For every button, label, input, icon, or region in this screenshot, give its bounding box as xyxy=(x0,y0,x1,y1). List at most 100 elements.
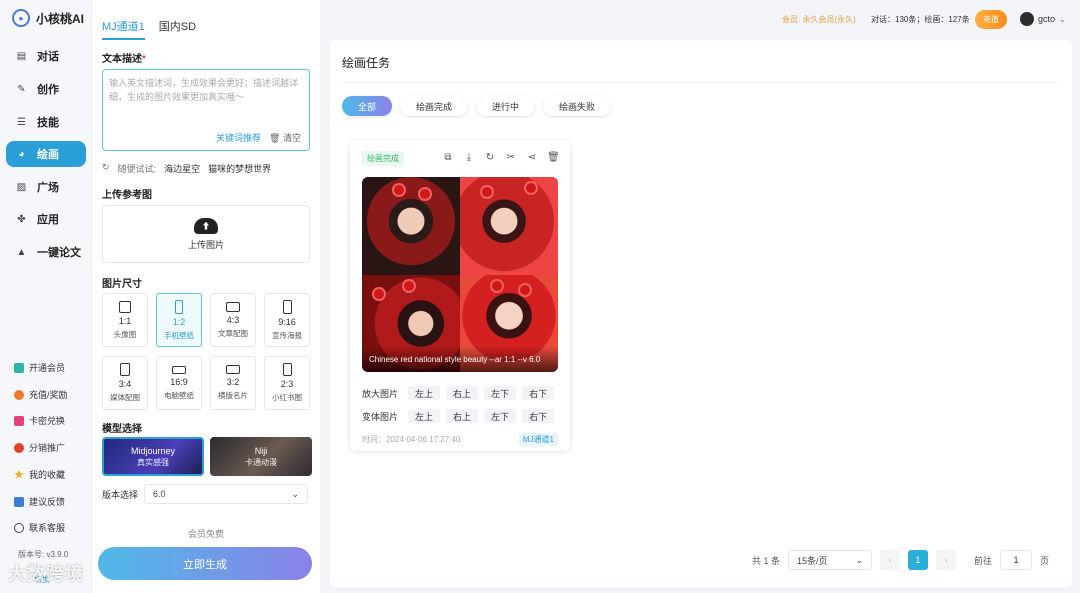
sidebar-item-label: 应用 xyxy=(37,214,59,226)
upscale-bottom-left[interactable]: 左下 xyxy=(484,386,517,400)
share-icon[interactable]: ⋖ xyxy=(526,152,538,164)
sidebar-item-create[interactable]: ✎ 创作 xyxy=(6,76,86,102)
app-logo[interactable]: ● 小核桃AI xyxy=(12,9,84,27)
download-icon[interactable]: ⤓ xyxy=(463,152,475,164)
variation-top-right[interactable]: 右上 xyxy=(446,409,479,423)
crown-icon xyxy=(14,362,24,373)
page-size-select[interactable]: 15条/页 ⌄ xyxy=(788,550,873,570)
prompt-textarea[interactable]: 输入英文描述词，生成效果会更好；描述词越详细，生成的图片效果更加真实哦～ 关键词… xyxy=(102,69,310,151)
size-caption: 宣传海报 xyxy=(272,330,302,340)
prompt-placeholder: 输入英文描述词，生成效果会更好；描述词越详细，生成的图片效果更加真实哦～ xyxy=(109,78,299,102)
delete-icon[interactable]: 🗑 xyxy=(547,152,560,164)
size-caption: 头像图 xyxy=(113,329,137,339)
upload-label: 上传参考图 xyxy=(102,190,152,201)
vip-status: 会员: 永久会员(永久) xyxy=(782,15,856,24)
feedback-icon xyxy=(14,496,24,507)
size-option[interactable]: 1:1 头像图 xyxy=(102,293,148,347)
apps-icon: ✤ xyxy=(17,213,26,225)
variation-bottom-right[interactable]: 右下 xyxy=(522,409,555,423)
app-name: 小核桃AI xyxy=(36,11,85,26)
size-caption: 横版名片 xyxy=(218,391,248,400)
refresh-icon[interactable]: ↻ xyxy=(102,162,110,175)
sidebar-feedback-link[interactable]: 建议反馈 xyxy=(14,495,65,508)
result-image[interactable]: Chinese red national style beauty --ar 1… xyxy=(362,177,558,372)
clear-button[interactable]: 🗑 清空 xyxy=(269,131,301,145)
size-label: 图片尺寸 xyxy=(102,279,142,290)
size-option[interactable]: 4:3 文章配图 xyxy=(210,293,256,347)
next-page-button[interactable]: › xyxy=(936,550,957,570)
keyword-recommend-button[interactable]: 关键词推荐 xyxy=(216,131,261,145)
model-niji[interactable]: Niji 卡通动漫 xyxy=(210,437,312,476)
card-icon xyxy=(14,415,24,426)
chevron-down-icon: ⌄ xyxy=(855,554,864,565)
clear-label: 清空 xyxy=(282,133,301,143)
filter-in-progress[interactable]: 进行中 xyxy=(476,96,536,116)
variation-top-left[interactable]: 左上 xyxy=(408,409,441,423)
sidebar-vip-link[interactable]: 开通会员 xyxy=(14,361,65,374)
drawing-form: MJ通道1 国内SD 文本描述* 输入英文描述词，生成效果会更好；描述词越详细，… xyxy=(92,0,320,593)
palette-icon: ◕ xyxy=(18,148,25,160)
sidebar-item-drawing[interactable]: ◕ 绘画 xyxy=(6,141,86,167)
sidebar-favorites-link[interactable]: 我的收藏 xyxy=(14,468,65,481)
model-name: Niji xyxy=(254,445,268,456)
sidebar-recharge-link[interactable]: 充值/奖励 xyxy=(14,388,68,401)
filter-tabs: 全部 绘画完成 进行中 绘画失败 xyxy=(342,96,612,116)
filter-completed[interactable]: 绘画完成 xyxy=(400,96,469,116)
version-select[interactable]: 6.0 ⌄ xyxy=(144,484,309,504)
sidebar-link-label: 充值/奖励 xyxy=(29,390,68,400)
size-option-selected[interactable]: 1:2 手机壁纸 xyxy=(156,293,202,347)
upload-dropzone[interactable]: 上传图片 xyxy=(102,205,310,263)
size-option[interactable]: 3:4 媒体配图 xyxy=(102,356,148,410)
graduation-cap-icon: ▲ xyxy=(16,246,27,258)
size-ratio: 4:3 xyxy=(226,314,240,325)
model-sub: 真实感强 xyxy=(137,457,169,467)
portrait-icon xyxy=(282,363,292,376)
size-option[interactable]: 3:2 横版名片 xyxy=(210,356,256,410)
sidebar-link-label: 建议反馈 xyxy=(29,497,66,507)
prev-page-button[interactable]: ‹ xyxy=(880,550,901,570)
landscape-icon xyxy=(226,301,240,312)
task-time: 时间：2024-04-06 17:27:40 xyxy=(362,435,461,444)
size-option[interactable]: 16:9 电脑壁纸 xyxy=(156,356,202,410)
sidebar-card-link[interactable]: 卡密兑换 xyxy=(14,414,65,427)
upscale-top-left[interactable]: 左上 xyxy=(408,386,441,400)
scissors-icon[interactable]: ✂ xyxy=(505,152,517,164)
size-caption: 手机壁纸 xyxy=(164,330,194,340)
size-ratio: 1:1 xyxy=(118,315,132,326)
sidebar-item-apps[interactable]: ✤ 应用 xyxy=(6,206,86,232)
copy-icon[interactable]: ⧉ xyxy=(442,152,454,164)
size-ratio: 3:4 xyxy=(118,379,132,389)
generate-button[interactable]: 立即生成 xyxy=(98,547,312,580)
try-item[interactable]: 猫咪的梦想世界 xyxy=(208,162,271,175)
cloud-upload-icon xyxy=(194,217,218,234)
sidebar-link-label: 开通会员 xyxy=(29,363,66,373)
size-option[interactable]: 2:3 小红书图 xyxy=(264,356,310,410)
try-item[interactable]: 海边星空 xyxy=(164,162,200,175)
upscale-bottom-right[interactable]: 右下 xyxy=(522,386,555,400)
list-icon: ☰ xyxy=(17,116,26,128)
sidebar-share-link[interactable]: 分销推广 xyxy=(14,441,65,454)
refresh-icon[interactable]: ↻ xyxy=(484,152,496,164)
chevron-down-icon: ⌄ xyxy=(1059,14,1066,24)
size-option[interactable]: 9:16 宣传海报 xyxy=(264,293,310,347)
variation-bottom-left[interactable]: 左下 xyxy=(484,409,517,423)
sidebar-item-paper[interactable]: ▲ 一键论文 xyxy=(6,239,86,265)
filter-all[interactable]: 全部 xyxy=(342,96,393,116)
sidebar-item-skills[interactable]: ☰ 技能 xyxy=(6,109,86,135)
page-number[interactable]: 1 xyxy=(908,550,929,570)
model-midjourney[interactable]: Midjourney 真实感强 xyxy=(102,437,204,476)
tab-domestic-sd[interactable]: 国内SD xyxy=(159,18,196,40)
upscale-row: 放大图片 左上 右上 左下 右下 xyxy=(362,386,555,400)
sidebar-item-square[interactable]: ▨ 广场 xyxy=(6,174,86,200)
sidebar-support-link[interactable]: 联系客服 xyxy=(14,521,65,534)
filter-failed[interactable]: 绘画失败 xyxy=(543,96,612,116)
sidebar-item-label: 广场 xyxy=(37,182,59,194)
sidebar-item-chat[interactable]: ▤ 对话 xyxy=(6,43,86,69)
chevron-down-icon: ⌄ xyxy=(291,488,300,499)
upscale-top-right[interactable]: 右上 xyxy=(446,386,479,400)
portrait-icon xyxy=(175,299,183,314)
goto-page-input[interactable]: 1 xyxy=(1000,550,1033,570)
recharge-button[interactable]: 充值 xyxy=(975,10,1007,29)
user-menu[interactable]: gcto ⌄ xyxy=(1020,12,1066,26)
tab-mj-channel[interactable]: MJ通道1 xyxy=(102,18,145,40)
